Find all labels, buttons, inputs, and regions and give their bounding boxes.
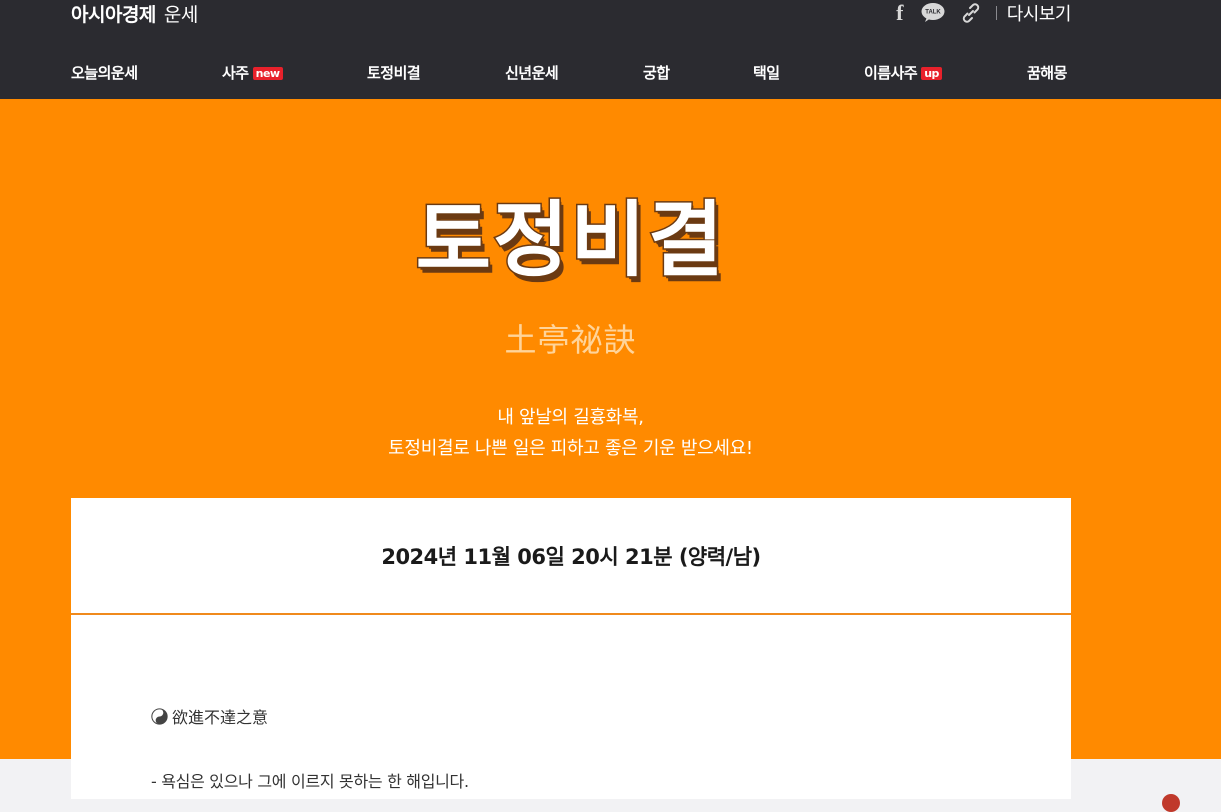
link-icon[interactable] [958, 1, 984, 25]
divider [995, 6, 997, 20]
result-card: 2024년 11월 06일 20시 21분 (양력/남) 欲進不達之意 - 욕심… [71, 498, 1071, 799]
nav-label: 오늘의운세 [71, 63, 138, 82]
nav-label: 꿈해몽 [1027, 63, 1067, 82]
top-header: 아시아경제 운세 f TALK 다시보기 오늘의운세 사주 new 토정비결 신… [0, 0, 1221, 99]
up-badge: up [921, 66, 942, 80]
hero-description-line: 내 앞날의 길흉화복, [497, 407, 644, 428]
kakaotalk-icon[interactable]: TALK [920, 2, 946, 24]
brand-section: 운세 [163, 3, 198, 26]
result-heading: 欲進不達之意 [151, 704, 268, 728]
nav-label: 사주 [222, 63, 249, 82]
birth-datetime: 2024년 11월 06일 20시 21분 (양력/남) [381, 545, 761, 569]
nav-label: 신년운세 [505, 63, 559, 82]
yinyang-icon [151, 707, 168, 725]
nav-item-dream[interactable]: 꿈해몽 [1027, 52, 1067, 92]
svg-text:TALK: TALK [925, 10, 941, 16]
nav-label: 택일 [753, 63, 780, 82]
nav-item-saju[interactable]: 사주 new [222, 52, 283, 92]
nav-label: 토정비결 [367, 63, 421, 82]
brand-name: 아시아경제 [71, 3, 156, 26]
result-heading-text: 欲進不達之意 [172, 708, 269, 727]
nav-item-compatibility[interactable]: 궁합 [643, 52, 670, 92]
brand-logo[interactable]: 아시아경제 운세 [71, 0, 198, 26]
hero-description: 내 앞날의 길흉화복, 토정비결로 나쁜 일은 피하고 좋은 기운 받으세요! [0, 402, 1141, 464]
nav-item-today-fortune[interactable]: 오늘의운세 [71, 52, 138, 92]
facebook-icon[interactable]: f [890, 0, 910, 25]
nav-item-date-selection[interactable]: 택일 [753, 52, 780, 92]
page-subtitle-hanja: 土亭祕訣 [504, 321, 637, 359]
new-badge: new [252, 66, 283, 80]
nav-item-new-year[interactable]: 신년운세 [505, 52, 559, 92]
result-body-text: - 욕심은 있으나 그에 이르지 못하는 한 해입니다. [151, 772, 469, 791]
page-title: 토정비결 [414, 192, 726, 290]
card-divider [71, 613, 1071, 615]
replay-button[interactable]: 다시보기 [1007, 0, 1072, 26]
header-actions: f TALK 다시보기 [890, 0, 1071, 26]
nav-item-name-saju[interactable]: 이름사주 up [864, 52, 942, 92]
hero-description-line: 토정비결로 나쁜 일은 피하고 좋은 기운 받으세요! [388, 438, 753, 459]
nav-item-tojeong[interactable]: 토정비결 [367, 52, 421, 92]
main-nav: 오늘의운세 사주 new 토정비결 신년운세 궁합 택일 이름사주 up 꿈해몽 [0, 52, 1221, 92]
floating-button[interactable] [1162, 794, 1180, 812]
nav-label: 이름사주 [864, 63, 918, 82]
nav-label: 궁합 [643, 63, 670, 82]
